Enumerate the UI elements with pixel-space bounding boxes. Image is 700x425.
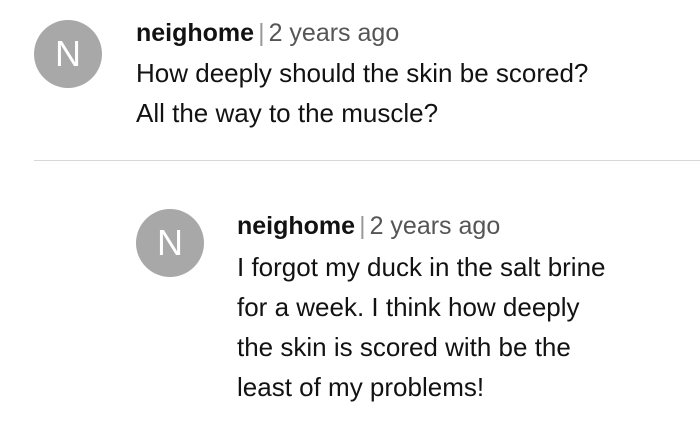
meta-separator: | [359, 212, 366, 240]
username[interactable]: neighome [237, 212, 355, 240]
meta-separator: | [258, 19, 265, 47]
timestamp: 2 years ago [268, 19, 400, 47]
username[interactable]: neighome [136, 19, 254, 47]
comment-body-line: for a week. I think how deeply [237, 292, 580, 322]
comment-body-line: the skin is scored with be the [237, 332, 571, 362]
comment-body-line: least of my problems! [237, 372, 485, 402]
comment-body-line: How deeply should the skin be scored? [136, 58, 589, 88]
comment-body-line: I forgot my duck in the salt brine [237, 252, 606, 282]
comment-meta: neighome | 2 years ago [136, 18, 399, 48]
comment-body: I forgot my duck in the salt brine for a… [237, 247, 606, 407]
timestamp: 2 years ago [369, 212, 501, 240]
user-avatar[interactable]: N [34, 20, 102, 88]
comment-meta: neighome | 2 years ago [237, 211, 500, 241]
user-avatar[interactable]: N [136, 209, 204, 277]
comment-body: How deeply should the skin be scored? Al… [136, 53, 588, 133]
comment-divider [34, 160, 700, 161]
comment-body-line: All the way to the muscle? [136, 98, 439, 128]
